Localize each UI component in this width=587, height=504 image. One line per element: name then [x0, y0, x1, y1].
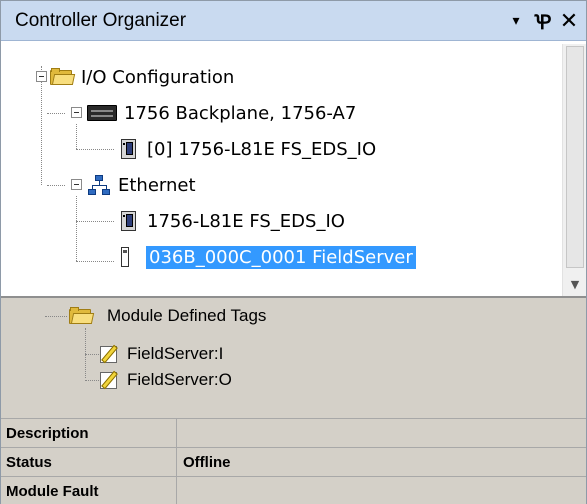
- properties-panel: Module Defined Tags FieldServer:I FieldS…: [1, 298, 586, 504]
- property-key: Module Fault: [1, 477, 177, 504]
- collapse-ethernet[interactable]: [71, 179, 82, 190]
- pin-icon[interactable]: Ꝕ: [531, 7, 555, 35]
- module-tags-area: Module Defined Tags FieldServer:I FieldS…: [1, 298, 586, 418]
- tree-item-label: 1756-L81E FS_EDS_IO: [147, 210, 345, 232]
- device-icon: [118, 246, 132, 268]
- tag-connector: [85, 354, 99, 355]
- tree-item-ethernet-module[interactable]: 1756-L81E FS_EDS_IO: [118, 206, 348, 236]
- folder-icon: [50, 68, 76, 86]
- tree-connector: [76, 261, 114, 262]
- collapse-backplane[interactable]: [71, 107, 82, 118]
- controller-organizer-window: Controller Organizer ▾ Ꝕ ✕ I/O Configura…: [0, 0, 587, 504]
- folder-icon: [69, 307, 95, 325]
- properties-grid: Description Status Offline Module Fault: [1, 418, 586, 504]
- tree-item-backplane[interactable]: 1756 Backplane, 1756-A7: [87, 98, 359, 128]
- tag-edit-icon: [99, 369, 121, 391]
- window-menu-dropdown-icon[interactable]: ▾: [504, 7, 528, 35]
- tree-item-label: 1756 Backplane, 1756-A7: [124, 102, 357, 124]
- tag-label: FieldServer:I: [127, 344, 224, 363]
- tree-item-fieldserver[interactable]: 036B_000C_0001 FieldServer: [118, 242, 416, 272]
- tree-connector: [76, 124, 77, 149]
- tree-connector: [47, 113, 65, 114]
- tree-connector: [47, 185, 65, 186]
- scroll-down-icon[interactable]: ▼: [563, 272, 587, 296]
- tree-connector: [76, 149, 114, 150]
- collapse-io-configuration[interactable]: [36, 71, 47, 82]
- tree-item-io-configuration[interactable]: I/O Configuration: [50, 62, 237, 92]
- property-row-status[interactable]: Status Offline: [1, 448, 586, 477]
- window-title: Controller Organizer: [15, 10, 187, 31]
- property-key: Status: [1, 448, 177, 476]
- tree-item-label: 036B_000C_0001 FieldServer: [146, 245, 416, 269]
- tag-fieldserver-output[interactable]: FieldServer:O: [99, 366, 232, 394]
- tree-scrollbar[interactable]: ▼: [562, 44, 586, 296]
- tag-fieldserver-input[interactable]: FieldServer:I: [99, 340, 223, 368]
- property-row-module-fault[interactable]: Module Fault: [1, 477, 586, 504]
- property-value: [177, 419, 586, 447]
- property-value: [177, 477, 586, 504]
- tag-connector: [85, 328, 86, 378]
- tree-item-backplane-module[interactable]: [0] 1756-L81E FS_EDS_IO: [118, 134, 379, 164]
- close-icon[interactable]: ✕: [557, 7, 581, 35]
- tree-item-label: I/O Configuration: [81, 66, 235, 88]
- property-value: Offline: [183, 453, 231, 471]
- tag-edit-icon: [99, 343, 121, 365]
- controller-tree[interactable]: I/O Configuration 1756 Backplane, 1756-A…: [8, 44, 586, 296]
- backplane-icon: [87, 105, 117, 121]
- module-defined-tags[interactable]: Module Defined Tags: [69, 302, 266, 330]
- tag-connector: [45, 316, 67, 317]
- tree-item-label: [0] 1756-L81E FS_EDS_IO: [147, 138, 377, 160]
- title-bar: Controller Organizer ▾ Ꝕ ✕: [1, 1, 586, 41]
- module-icon: [118, 210, 140, 232]
- tree-item-ethernet[interactable]: Ethernet: [87, 170, 199, 200]
- tree-item-label: Ethernet: [118, 174, 196, 196]
- tag-label: Module Defined Tags: [107, 306, 267, 325]
- module-icon: [118, 138, 140, 160]
- tree-connector: [41, 80, 42, 185]
- tree-connector: [76, 221, 114, 222]
- tag-connector: [85, 380, 99, 381]
- property-row-description[interactable]: Description: [1, 419, 586, 448]
- property-key: Description: [1, 419, 177, 447]
- tree-connector: [76, 196, 77, 261]
- tag-label: FieldServer:O: [127, 370, 232, 389]
- network-icon: [87, 174, 111, 196]
- scroll-thumb[interactable]: [566, 46, 584, 268]
